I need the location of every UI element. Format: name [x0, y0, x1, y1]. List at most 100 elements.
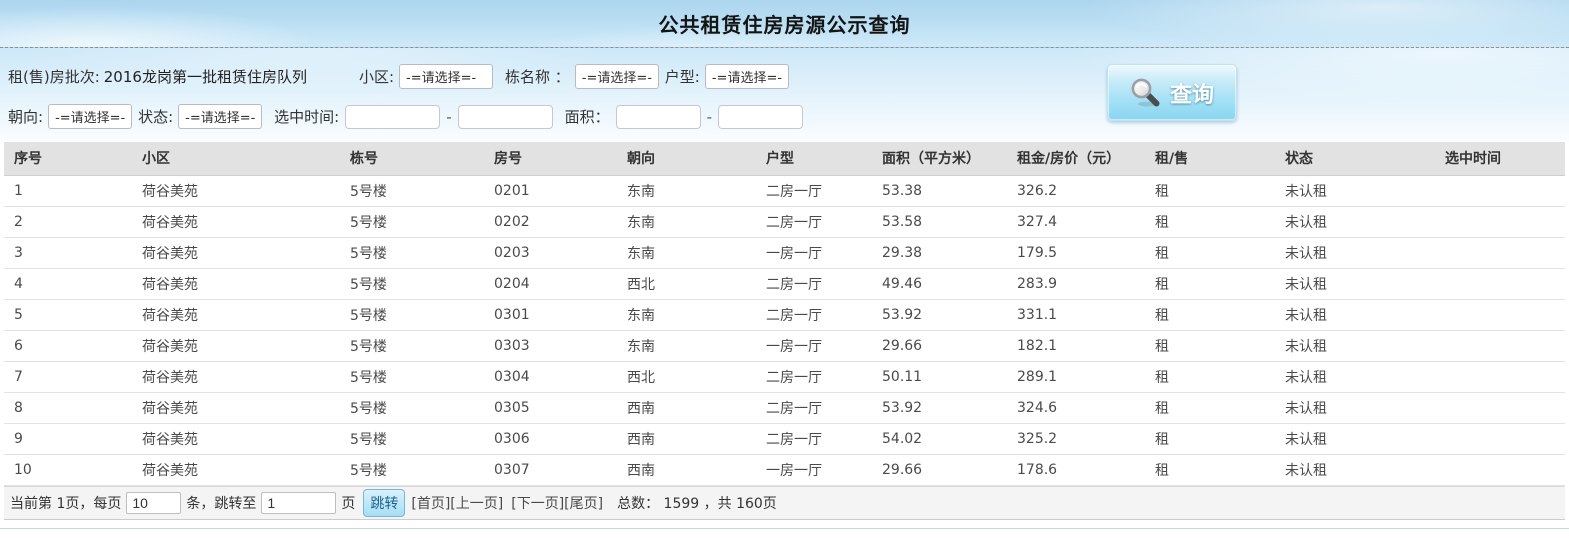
cell-status: 未认租 [1275, 392, 1435, 423]
per-page-input[interactable] [126, 492, 181, 514]
cell-index: 7 [4, 361, 132, 392]
cell-selected_time [1435, 175, 1565, 206]
community-select[interactable]: -=请选择=- [399, 64, 493, 89]
cell-index: 8 [4, 392, 132, 423]
cell-selected_time [1435, 454, 1565, 485]
last-page-link[interactable]: [尾页] [564, 493, 603, 513]
pagination-items-text: 条，跳转至 [186, 493, 256, 513]
cell-room: 0304 [484, 361, 617, 392]
cell-building: 5号楼 [340, 423, 484, 454]
cell-status: 未认租 [1275, 361, 1435, 392]
magnifier-icon [1130, 77, 1161, 108]
query-button[interactable]: 查询 [1107, 64, 1237, 121]
cell-building: 5号楼 [340, 206, 484, 237]
cell-room: 0202 [484, 206, 617, 237]
cell-index: 9 [4, 423, 132, 454]
cell-selected_time [1435, 206, 1565, 237]
cell-orientation: 东南 [617, 237, 756, 268]
cell-rent_or_sale: 租 [1145, 392, 1275, 423]
selected-time-to-input[interactable] [458, 105, 553, 129]
area-range-separator: - [707, 108, 712, 126]
cell-building: 5号楼 [340, 392, 484, 423]
cell-rent: 327.4 [1007, 206, 1145, 237]
cell-index: 6 [4, 330, 132, 361]
table-row: 2荷谷美苑5号楼0202东南二房一厅53.58327.4租未认租 [4, 206, 1565, 237]
area-to-input[interactable] [718, 105, 803, 129]
cell-community: 荷谷美苑 [132, 423, 340, 454]
community-select-value: -=请选择=- [406, 67, 476, 86]
cell-orientation: 东南 [617, 330, 756, 361]
cell-rent_or_sale: 租 [1145, 206, 1275, 237]
cell-rent_or_sale: 租 [1145, 330, 1275, 361]
column-header-selected_time: 选中时间 [1435, 142, 1565, 175]
cell-area: 29.66 [872, 330, 1007, 361]
jump-page-input[interactable] [261, 492, 336, 514]
cell-room: 0306 [484, 423, 617, 454]
cell-area: 49.46 [872, 268, 1007, 299]
table-row: 7荷谷美苑5号楼0304西北二房一厅50.11289.1租未认租 [4, 361, 1565, 392]
column-header-area: 面积（平方米） [872, 142, 1007, 175]
cell-status: 未认租 [1275, 299, 1435, 330]
cell-rent_or_sale: 租 [1145, 175, 1275, 206]
cell-rent: 179.5 [1007, 237, 1145, 268]
cell-layout: 二房一厅 [756, 361, 872, 392]
orientation-label: 朝向: [8, 106, 43, 127]
cell-status: 未认租 [1275, 330, 1435, 361]
first-page-link[interactable]: [首页] [411, 493, 450, 513]
cell-orientation: 东南 [617, 299, 756, 330]
cell-orientation: 西南 [617, 392, 756, 423]
cell-orientation: 东南 [617, 175, 756, 206]
layout-select-value: -=请选择=- [712, 67, 782, 86]
cell-selected_time [1435, 299, 1565, 330]
cell-building: 5号楼 [340, 361, 484, 392]
jump-button[interactable]: 跳转 [363, 489, 405, 517]
column-header-status: 状态 [1275, 142, 1435, 175]
table-row: 5荷谷美苑5号楼0301东南二房一厅53.92331.1租未认租 [4, 299, 1565, 330]
column-header-index: 序号 [4, 142, 132, 175]
building-select-value: -=请选择=- [582, 67, 652, 86]
cell-index: 4 [4, 268, 132, 299]
footer-gap [0, 520, 1569, 528]
cell-layout: 二房一厅 [756, 268, 872, 299]
layout-label: 户型: [665, 66, 700, 87]
cell-status: 未认租 [1275, 175, 1435, 206]
layout-select[interactable]: -=请选择=- [705, 64, 789, 89]
cell-rent_or_sale: 租 [1145, 237, 1275, 268]
column-header-rent: 租金/房价（元） [1007, 142, 1145, 175]
cell-selected_time [1435, 237, 1565, 268]
cell-rent_or_sale: 租 [1145, 423, 1275, 454]
filter-row-1: 租(售)房批次: 2016龙岗第一批租赁住房队列 小区: -=请选择=- 栋名称… [0, 48, 1569, 89]
cell-status: 未认租 [1275, 206, 1435, 237]
column-header-layout: 户型 [756, 142, 872, 175]
cell-status: 未认租 [1275, 237, 1435, 268]
cell-area: 53.58 [872, 206, 1007, 237]
next-page-link[interactable]: [下一页] [511, 493, 564, 513]
cell-layout: 一房一厅 [756, 237, 872, 268]
cell-room: 0303 [484, 330, 617, 361]
column-header-room: 房号 [484, 142, 617, 175]
cell-rent: 283.9 [1007, 268, 1145, 299]
cell-area: 53.92 [872, 299, 1007, 330]
area-from-input[interactable] [616, 105, 701, 129]
batch-value: 2016龙岗第一批租赁住房队列 [104, 66, 307, 87]
cell-community: 荷谷美苑 [132, 392, 340, 423]
page-header: 公共租赁住房房源公示查询 [0, 0, 1569, 48]
cell-area: 54.02 [872, 423, 1007, 454]
orientation-select[interactable]: -=请选择=- [48, 104, 132, 129]
cell-building: 5号楼 [340, 237, 484, 268]
cell-area: 50.11 [872, 361, 1007, 392]
query-button-label: 查询 [1170, 77, 1214, 109]
status-select[interactable]: -=请选择=- [178, 104, 262, 129]
cell-index: 1 [4, 175, 132, 206]
prev-page-link[interactable]: [上一页] [450, 493, 503, 513]
cell-community: 荷谷美苑 [132, 454, 340, 485]
table-row: 3荷谷美苑5号楼0203东南一房一厅29.38179.5租未认租 [4, 237, 1565, 268]
selected-time-from-input[interactable] [345, 105, 440, 129]
cell-room: 0203 [484, 237, 617, 268]
pagination-page-text: 页 [341, 493, 355, 513]
building-select[interactable]: -=请选择=- [575, 64, 659, 89]
table-row: 4荷谷美苑5号楼0204西北二房一厅49.46283.9租未认租 [4, 268, 1565, 299]
cell-selected_time [1435, 361, 1565, 392]
table-row: 10荷谷美苑5号楼0307西南一房一厅29.66178.6租未认租 [4, 454, 1565, 485]
cell-building: 5号楼 [340, 299, 484, 330]
